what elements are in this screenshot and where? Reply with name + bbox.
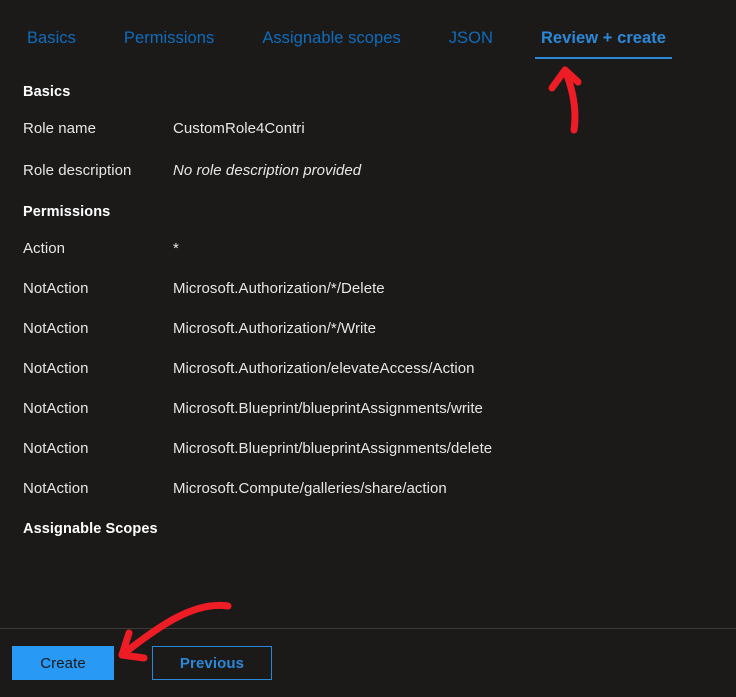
table-row: NotAction Microsoft.Blueprint/blueprintA… bbox=[23, 440, 720, 457]
permissions-rows: Action * NotAction Microsoft.Authorizati… bbox=[23, 240, 720, 497]
permission-type-label: NotAction bbox=[23, 280, 89, 297]
table-row: Role description No role description pro… bbox=[23, 162, 720, 179]
permission-value: Microsoft.Authorization/elevateAccess/Ac… bbox=[173, 360, 475, 377]
tab-review-create[interactable]: Review + create bbox=[534, 26, 673, 59]
permission-value: Microsoft.Authorization/*/Delete bbox=[173, 280, 385, 297]
permission-value: Microsoft.Authorization/*/Write bbox=[173, 320, 377, 337]
permission-value: * bbox=[173, 240, 179, 257]
role-name-label: Role name bbox=[23, 120, 96, 137]
permission-type-label: NotAction bbox=[23, 480, 89, 497]
table-row: Action * bbox=[23, 240, 720, 257]
table-row: NotAction Microsoft.Authorization/elevat… bbox=[23, 360, 720, 377]
permission-value: Microsoft.Blueprint/blueprintAssignments… bbox=[173, 440, 493, 457]
table-row: NotAction Microsoft.Compute/galleries/sh… bbox=[23, 480, 720, 497]
role-name-value: CustomRole4Contri bbox=[173, 120, 305, 137]
role-description-value: No role description provided bbox=[173, 162, 362, 179]
tab-basics[interactable]: Basics bbox=[21, 26, 82, 59]
previous-button[interactable]: Previous bbox=[152, 646, 272, 680]
basics-section-heading: Basics bbox=[23, 84, 71, 100]
permission-value: Microsoft.Compute/galleries/share/action bbox=[173, 480, 447, 497]
permission-type-label: NotAction bbox=[23, 440, 89, 457]
basics-rows: Role name CustomRole4Contri Role descrip… bbox=[23, 120, 720, 179]
permission-type-label: NotAction bbox=[23, 320, 89, 337]
footer-action-bar: Create Previous bbox=[0, 629, 736, 697]
assignable-scopes-section-heading: Assignable Scopes bbox=[23, 521, 158, 537]
tab-assignable-scopes[interactable]: Assignable scopes bbox=[256, 26, 406, 59]
permissions-section-heading: Permissions bbox=[23, 204, 111, 220]
review-create-content: Basics Role name CustomRole4Contri Role … bbox=[0, 63, 736, 628]
permission-type-label: NotAction bbox=[23, 400, 89, 417]
permission-type-label: NotAction bbox=[23, 360, 89, 377]
table-row: NotAction Microsoft.Authorization/*/Writ… bbox=[23, 320, 720, 337]
tab-permissions[interactable]: Permissions bbox=[118, 26, 220, 59]
table-row: NotAction Microsoft.Authorization/*/Dele… bbox=[23, 280, 720, 297]
role-description-label: Role description bbox=[23, 162, 132, 179]
table-row: Role name CustomRole4Contri bbox=[23, 120, 720, 137]
table-row: NotAction Microsoft.Blueprint/blueprintA… bbox=[23, 400, 720, 417]
permission-value: Microsoft.Blueprint/blueprintAssignments… bbox=[173, 400, 483, 417]
tab-json[interactable]: JSON bbox=[443, 26, 499, 59]
wizard-tab-bar: Basics Permissions Assignable scopes JSO… bbox=[0, 0, 736, 63]
create-button[interactable]: Create bbox=[12, 646, 114, 680]
permission-type-label: Action bbox=[23, 240, 65, 257]
